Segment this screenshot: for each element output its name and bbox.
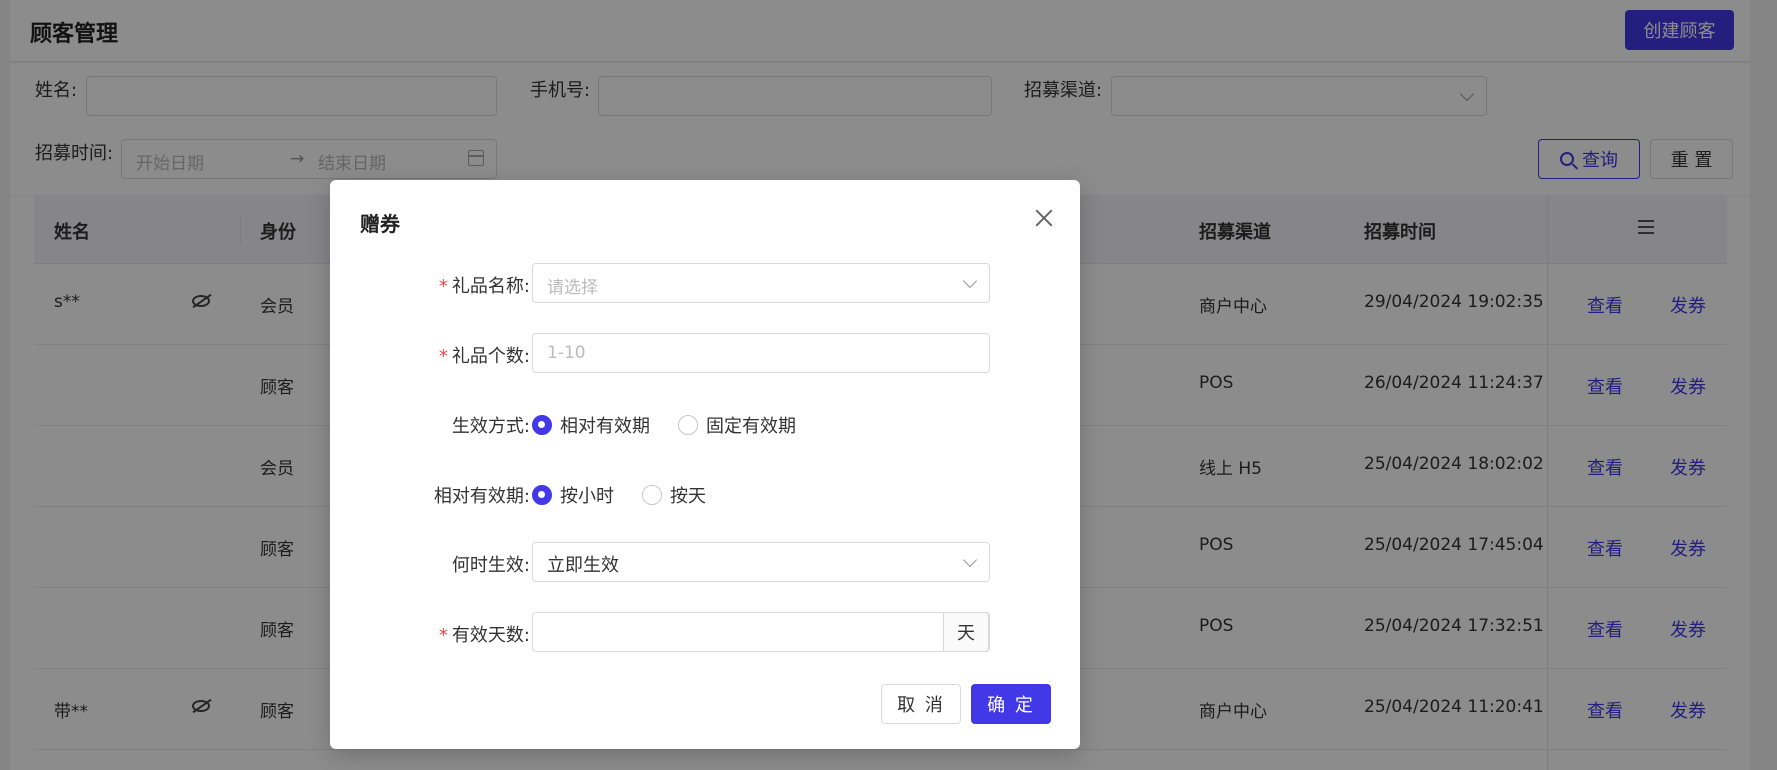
gift-count-placeholder: 1-10	[547, 343, 586, 363]
confirm-button[interactable]: 确 定	[971, 684, 1051, 724]
when-effective-label: 何时生效:	[451, 555, 530, 576]
chevron-down-icon	[962, 273, 978, 289]
when-effective-value: 立即生效	[547, 555, 619, 576]
radio-by-day[interactable]	[642, 485, 662, 505]
cancel-button[interactable]: 取 消	[881, 684, 961, 724]
gift-count-label-text: 礼品个数:	[451, 346, 530, 367]
effect-mode-label: 生效方式:	[451, 416, 530, 437]
gift-name-select[interactable]: 请选择	[532, 263, 990, 303]
effect-mode-radio-group: 相对有效期 固定有效期	[532, 412, 816, 438]
valid-days-input[interactable]: 天	[532, 612, 990, 652]
required-mark: *	[438, 625, 448, 646]
gift-coupon-dialog: 赠券 * 礼品名称: 请选择 * 礼品个数: 1-10 生效方式: 相对有效期 固定…	[330, 180, 1080, 749]
radio-by-hour-label[interactable]: 按小时	[560, 482, 614, 508]
when-effective-select[interactable]: 立即生效	[532, 542, 990, 582]
gift-count-input[interactable]: 1-10	[532, 333, 990, 373]
radio-fixed-label[interactable]: 固定有效期	[706, 412, 796, 438]
relative-period-label: 相对有效期:	[433, 486, 530, 507]
radio-by-day-label[interactable]: 按天	[670, 482, 706, 508]
gift-name-placeholder: 请选择	[547, 278, 598, 298]
relative-period-radio-group: 按小时 按天	[532, 482, 726, 508]
required-mark: *	[438, 346, 448, 367]
valid-days-label-text: 有效天数:	[451, 625, 530, 646]
radio-fixed[interactable]	[678, 415, 698, 435]
required-mark: *	[438, 276, 448, 297]
dialog-title: 赠券	[360, 212, 400, 236]
days-unit-addon: 天	[943, 612, 989, 652]
radio-relative-label[interactable]: 相对有效期	[560, 412, 650, 438]
gift-name-label: * 礼品名称:	[330, 272, 530, 298]
chevron-down-icon	[962, 552, 978, 568]
close-icon[interactable]	[1032, 206, 1056, 230]
radio-relative[interactable]	[532, 415, 552, 435]
gift-count-label: * 礼品个数:	[330, 342, 530, 368]
valid-days-label: * 有效天数:	[330, 621, 530, 647]
gift-name-label-text: 礼品名称:	[451, 276, 530, 297]
radio-by-hour[interactable]	[532, 485, 552, 505]
